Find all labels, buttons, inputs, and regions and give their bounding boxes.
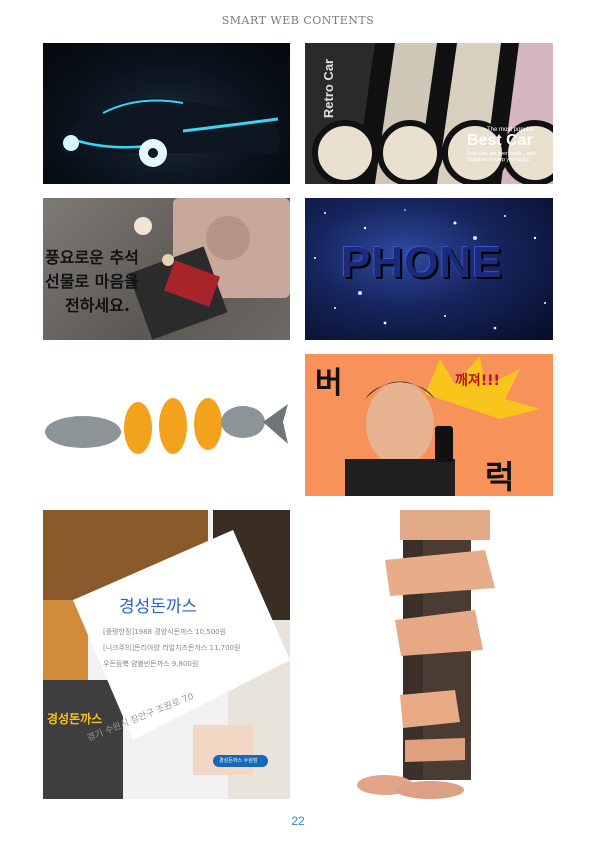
- chuseok-gift-image: 풍요로운 추석 선물로 마음을 전하세요.: [43, 198, 290, 340]
- phone-word: PHONE: [341, 238, 503, 287]
- fish-illustration: [45, 398, 288, 454]
- restaurant-menu-3: 우돈듬뿍 얌볼빈돈까스 9,800원: [103, 660, 199, 668]
- comic-char-bottom: 럭: [485, 458, 515, 496]
- car-illustration: [61, 98, 280, 167]
- comic-char-top: 버: [315, 366, 343, 401]
- tape-legs-image: [305, 510, 553, 799]
- sports-car-image: [43, 43, 290, 184]
- restaurant-menu-2: [니크주의]돈리아양 리얼치즈돈까스 11,700원: [103, 644, 241, 652]
- car-ad-title: Best Car: [467, 132, 533, 149]
- retro-car-ad-image: Retro Car The most popular Best Car Best…: [305, 43, 553, 184]
- car-ad-body: Best cars are ever made... and designed …: [467, 151, 536, 163]
- chuseok-line-2: 선물로 마음을: [45, 272, 139, 291]
- restaurant-name: 경성돈까스: [119, 597, 198, 617]
- restaurant-promo-image: 경성돈까스 [중량한정]1988 경양식돈까스 10,500원 [니크주의]돈리…: [43, 510, 290, 799]
- chuseok-line-1: 풍요로운 추석: [45, 248, 139, 267]
- phone-galaxy-image: PHONE: [305, 198, 553, 340]
- restaurant-sign: 경성돈까스: [47, 712, 103, 726]
- comic-angry-phone-image: 버 깨져!!! 럭: [305, 354, 553, 496]
- chuseok-line-3: 전하세요.: [65, 296, 130, 315]
- restaurant-collage: [43, 510, 290, 799]
- restaurant-menu-1: [중량한정]1988 경양식돈까스 10,500원: [103, 628, 227, 636]
- comic-burst-text: 깨져!!!: [455, 373, 500, 389]
- legs-illustration: [357, 510, 495, 799]
- restaurant-map-label: 경성돈까스 수원점: [219, 758, 258, 764]
- orange-fish-image: [43, 354, 290, 496]
- page-number: 22: [291, 814, 305, 828]
- page-header: SMART WEB CONTENTS: [221, 14, 375, 27]
- car-ad-side-text: Retro Car: [321, 58, 337, 119]
